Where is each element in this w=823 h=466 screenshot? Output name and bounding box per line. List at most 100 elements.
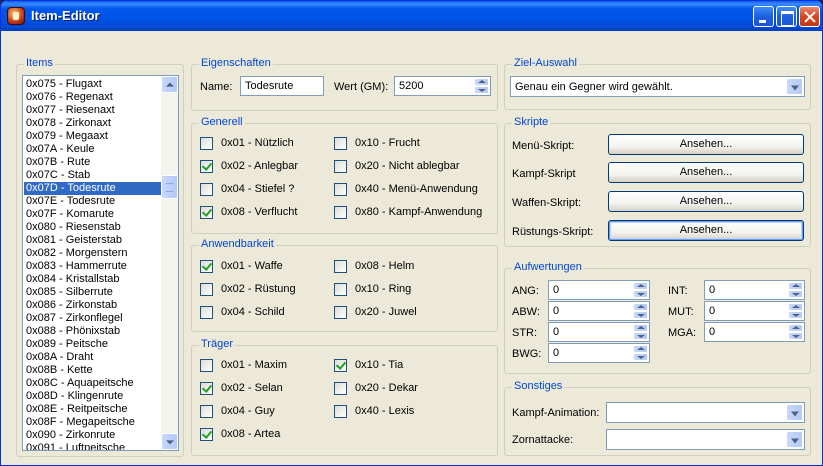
- checkbox-box[interactable]: [334, 382, 347, 395]
- list-item[interactable]: 0x08E - Reitpeitsche: [24, 403, 163, 416]
- checkbox-label: 0x20 - Dekar: [355, 382, 418, 394]
- checkbox-box[interactable]: [334, 405, 347, 418]
- kampf-animation-select[interactable]: [606, 402, 805, 423]
- ruestungs-skript-view-button[interactable]: Ansehen...: [608, 220, 804, 241]
- list-item[interactable]: 0x078 - Zirkonaxt: [24, 117, 163, 130]
- checkbox-box[interactable]: [200, 183, 213, 196]
- checkbox-box[interactable]: [200, 260, 213, 273]
- checkbox-box[interactable]: [334, 359, 347, 372]
- checkbox-box[interactable]: [334, 183, 347, 196]
- list-item[interactable]: 0x083 - Hammerrute: [24, 260, 163, 273]
- chevron-down-icon[interactable]: [786, 431, 803, 448]
- name-input[interactable]: Todesrute: [240, 76, 324, 96]
- ang-spin-down[interactable]: [633, 290, 648, 298]
- list-item[interactable]: 0x07B - Rute: [24, 156, 163, 169]
- list-item[interactable]: 0x08F - Megapeitsche: [24, 416, 163, 429]
- checkbox-box[interactable]: [200, 306, 213, 319]
- bwg-spin-up[interactable]: [633, 345, 648, 353]
- list-item[interactable]: 0x089 - Peitsche: [24, 338, 163, 351]
- list-item[interactable]: 0x07D - Todesrute: [24, 182, 163, 195]
- list-item[interactable]: 0x082 - Morgenstern: [24, 247, 163, 260]
- mut-spinner[interactable]: 0: [704, 301, 805, 321]
- checkbox-box[interactable]: [200, 428, 213, 441]
- abw-spinner[interactable]: 0: [548, 301, 650, 321]
- list-item[interactable]: 0x080 - Riesenstab: [24, 221, 163, 234]
- kampf-skript-view-button[interactable]: Ansehen...: [608, 162, 804, 183]
- list-item[interactable]: 0x091 - Luftpeitsche: [24, 442, 163, 450]
- abw-spin-down[interactable]: [633, 311, 648, 319]
- str-spin-down[interactable]: [633, 332, 648, 340]
- waffen-skript-view-button[interactable]: Ansehen...: [608, 191, 804, 212]
- str-spin-up[interactable]: [633, 324, 648, 332]
- list-item[interactable]: 0x090 - Zirkonrute: [24, 429, 163, 442]
- wert-spin-up[interactable]: [474, 78, 489, 86]
- menue-skript-view-button[interactable]: Ansehen...: [608, 134, 804, 155]
- checkbox-box[interactable]: [200, 160, 213, 173]
- mga-spin-down[interactable]: [788, 332, 803, 340]
- minimize-button[interactable]: [753, 6, 774, 27]
- list-item[interactable]: 0x08B - Kette: [24, 364, 163, 377]
- chevron-down-icon[interactable]: [786, 78, 803, 95]
- list-item[interactable]: 0x07F - Komarute: [24, 208, 163, 221]
- checkbox-label: 0x01 - Maxim: [221, 359, 288, 371]
- mut-spin-up[interactable]: [788, 303, 803, 311]
- scroll-up-button[interactable]: [161, 76, 178, 93]
- mga-spinner[interactable]: 0: [704, 322, 805, 342]
- checkbox-box[interactable]: [200, 283, 213, 296]
- checkbox-box[interactable]: [334, 283, 347, 296]
- checkbox-box[interactable]: [200, 359, 213, 372]
- items-listbox[interactable]: 0x075 - Flugaxt 0x076 - Regenaxt 0x077 - R…: [22, 75, 179, 451]
- ang-spin-up[interactable]: [633, 282, 648, 290]
- zornattacke-select[interactable]: [606, 429, 805, 450]
- close-button[interactable]: [799, 6, 820, 27]
- checkbox-box[interactable]: [200, 206, 213, 219]
- item-editor-window: Item-Editor Items 0x075 - Flugaxt 0x076 -…: [0, 0, 823, 466]
- checkbox-box[interactable]: [200, 405, 213, 418]
- list-item[interactable]: 0x075 - Flugaxt: [24, 78, 163, 91]
- scroll-down-button[interactable]: [161, 433, 178, 450]
- maximize-button[interactable]: [776, 6, 797, 27]
- int-spinner[interactable]: 0: [704, 280, 805, 300]
- abw-spin-up[interactable]: [633, 303, 648, 311]
- scroll-thumb[interactable]: [161, 175, 178, 199]
- bwg-spinner[interactable]: 0: [548, 343, 650, 363]
- checkbox-box[interactable]: [334, 137, 347, 150]
- bwg-spin-down[interactable]: [633, 353, 648, 361]
- list-item[interactable]: 0x08C - Aquapeitsche: [24, 377, 163, 390]
- list-item[interactable]: 0x084 - Kristallstab: [24, 273, 163, 286]
- int-label: INT:: [668, 285, 688, 297]
- list-item[interactable]: 0x07A - Keule: [24, 143, 163, 156]
- app-icon[interactable]: [7, 7, 25, 25]
- list-item[interactable]: 0x076 - Regenaxt: [24, 91, 163, 104]
- wert-spin-down[interactable]: [474, 86, 489, 94]
- mga-spin-up[interactable]: [788, 324, 803, 332]
- checkbox-box[interactable]: [334, 306, 347, 319]
- str-spinner[interactable]: 0: [548, 322, 650, 342]
- ziel-auswahl-select[interactable]: Genau ein Gegner wird gewählt.: [510, 76, 805, 97]
- checkbox-box[interactable]: [200, 382, 213, 395]
- list-item[interactable]: 0x077 - Riesenaxt: [24, 104, 163, 117]
- checkbox-box[interactable]: [334, 260, 347, 273]
- list-item[interactable]: 0x085 - Silberrute: [24, 286, 163, 299]
- checkbox-box[interactable]: [334, 160, 347, 173]
- list-item[interactable]: 0x079 - Megaaxt: [24, 130, 163, 143]
- list-item[interactable]: 0x087 - Zirkonflegel: [24, 312, 163, 325]
- ang-spinner[interactable]: 0: [548, 280, 650, 300]
- title-bar[interactable]: Item-Editor: [1, 1, 822, 31]
- list-item[interactable]: 0x08A - Draht: [24, 351, 163, 364]
- checkbox-box[interactable]: [334, 206, 347, 219]
- checkbox-box[interactable]: [200, 137, 213, 150]
- chevron-down-icon[interactable]: [786, 404, 803, 421]
- list-item[interactable]: 0x07C - Stab: [24, 169, 163, 182]
- int-spin-up[interactable]: [788, 282, 803, 290]
- list-item[interactable]: 0x08D - Klingenrute: [24, 390, 163, 403]
- items-scrollbar[interactable]: [161, 76, 178, 450]
- wert-spinner[interactable]: 5200: [394, 76, 491, 96]
- list-item[interactable]: 0x086 - Zirkonstab: [24, 299, 163, 312]
- mut-spin-down[interactable]: [788, 311, 803, 319]
- list-item[interactable]: 0x088 - Phönixstab: [24, 325, 163, 338]
- wert-label: Wert (GM):: [334, 81, 389, 93]
- list-item[interactable]: 0x07E - Todesrute: [24, 195, 163, 208]
- list-item[interactable]: 0x081 - Geisterstab: [24, 234, 163, 247]
- int-spin-down[interactable]: [788, 290, 803, 298]
